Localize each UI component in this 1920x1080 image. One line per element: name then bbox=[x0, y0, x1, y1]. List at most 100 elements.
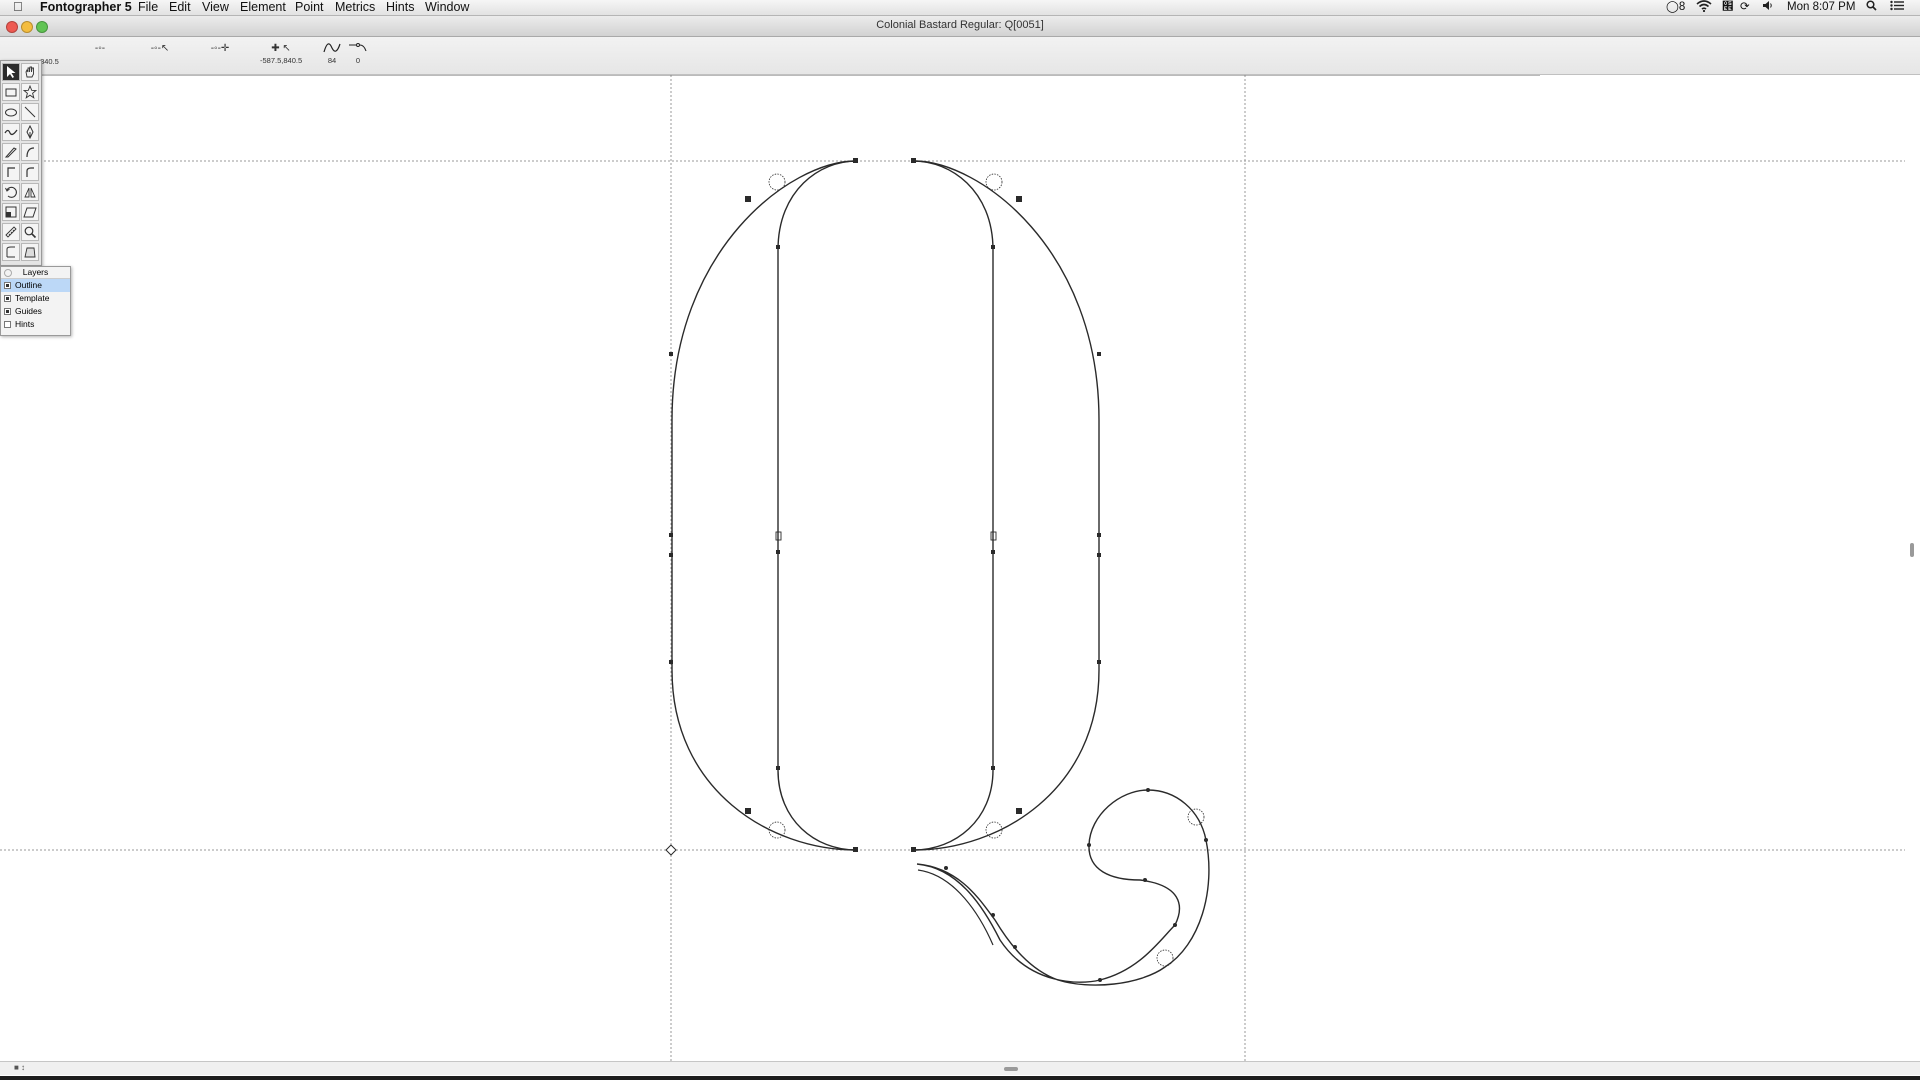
toolbar-point-button[interactable]: -◦- bbox=[80, 42, 120, 72]
menu-file[interactable]: File bbox=[138, 0, 158, 15]
q-inner-counter-left bbox=[777, 160, 857, 851]
measure-tool[interactable] bbox=[2, 223, 20, 241]
layer-visibility-icon[interactable] bbox=[4, 282, 11, 289]
origin-point bbox=[665, 844, 677, 856]
bluetooth-icon[interactable]: ׮ bbox=[1722, 0, 1734, 15]
layers-close-icon[interactable] bbox=[4, 269, 12, 277]
wifi-icon[interactable] bbox=[1696, 0, 1712, 17]
skew-tool[interactable] bbox=[21, 203, 39, 221]
vertical-scroll-thumb[interactable] bbox=[1910, 543, 1914, 557]
spotlight-search-icon[interactable] bbox=[1866, 0, 1877, 16]
toolbar-point-cursor-button[interactable]: -◦-↖ bbox=[140, 42, 180, 72]
status-battery-count: 8 bbox=[1678, 1, 1686, 13]
q-outer-contour-right bbox=[913, 160, 1100, 851]
pen-tool[interactable] bbox=[21, 123, 39, 141]
perspective-icon bbox=[24, 247, 36, 258]
menu-hints[interactable]: Hints bbox=[386, 0, 414, 15]
pointer-tool[interactable] bbox=[2, 63, 20, 81]
toolbar-smooth-button[interactable]: 0 bbox=[338, 42, 378, 72]
menu-bar:  Fontographer 5 File Edit View Element … bbox=[0, 0, 1920, 16]
menu-element[interactable]: Element bbox=[240, 0, 286, 15]
time-machine-icon[interactable]: ⟳ bbox=[1740, 0, 1750, 15]
glyph-canvas[interactable] bbox=[0, 75, 1920, 1076]
hint-icon bbox=[6, 246, 15, 258]
point-icon: -◦- bbox=[94, 43, 106, 54]
apple-menu-icon[interactable]:  bbox=[13, 0, 23, 14]
ellipse-tool[interactable] bbox=[2, 103, 20, 121]
coordinates-icon: ✚ ↖ bbox=[271, 43, 291, 54]
layer-guides[interactable]: Guides bbox=[1, 305, 70, 318]
layer-hints[interactable]: Hints bbox=[1, 318, 70, 331]
layers-palette: Layers Outline Template Guides Hints bbox=[0, 266, 71, 336]
layer-visibility-icon[interactable] bbox=[4, 308, 11, 315]
menubar-clock[interactable]: Mon 8:07 PM bbox=[1787, 0, 1855, 15]
curve-point-icon bbox=[26, 147, 35, 158]
hand-tool[interactable] bbox=[21, 63, 39, 81]
flip-icon bbox=[24, 187, 36, 198]
rectangle-tool[interactable] bbox=[2, 83, 20, 101]
tangent-point-icon bbox=[26, 167, 34, 177]
toolbar-coordinates[interactable]: ✚ ↖ -587.5,840.5 bbox=[260, 42, 302, 72]
rectangle-icon bbox=[5, 88, 17, 97]
menu-point[interactable]: Point bbox=[295, 0, 324, 15]
scale-tool[interactable] bbox=[2, 203, 20, 221]
rotate-icon bbox=[5, 186, 17, 198]
layer-outline[interactable]: Outline bbox=[1, 279, 70, 292]
corner-point-icon bbox=[7, 167, 15, 177]
freehand-icon bbox=[4, 129, 18, 136]
layers-palette-header[interactable]: Layers bbox=[1, 267, 70, 279]
window-bottom-bar: ■ ↕ bbox=[0, 1061, 1920, 1075]
coordinates-value: -587.5,840.5 bbox=[260, 56, 303, 65]
skew-icon bbox=[23, 207, 37, 218]
window-title: Colonial Bastard Regular: Q[0051] bbox=[876, 19, 1044, 31]
layer-visibility-icon[interactable] bbox=[4, 295, 11, 302]
volume-icon[interactable] bbox=[1762, 0, 1774, 16]
menu-window[interactable]: Window bbox=[425, 0, 469, 15]
q-tail-contour bbox=[916, 789, 1210, 986]
line-icon bbox=[24, 106, 36, 118]
ellipse-icon bbox=[5, 108, 17, 117]
knife-icon bbox=[4, 147, 17, 158]
rotate-tool[interactable] bbox=[2, 183, 20, 201]
menu-view[interactable]: View bbox=[202, 0, 229, 15]
scale-icon bbox=[5, 206, 17, 218]
smooth-value: 0 bbox=[355, 56, 361, 65]
flip-tool[interactable] bbox=[21, 183, 39, 201]
hand-icon bbox=[25, 66, 34, 78]
star-tool[interactable] bbox=[21, 83, 39, 101]
perspective-tool[interactable] bbox=[21, 243, 39, 261]
hint-markers bbox=[775, 531, 997, 541]
lock-icon[interactable]: ■ ↕ bbox=[14, 1063, 25, 1072]
window-title-bar[interactable]: Colonial Bastard Regular: Q[0051] bbox=[0, 16, 1920, 37]
layer-template[interactable]: Template bbox=[1, 292, 70, 305]
pointer-arrow-icon bbox=[7, 66, 16, 78]
glyph-window: Colonial Bastard Regular: Q[0051] .840.5… bbox=[0, 16, 1920, 1076]
app-menu[interactable]: Fontographer 5 bbox=[40, 0, 132, 15]
ruler-icon bbox=[5, 226, 17, 238]
q-inner-counter-right bbox=[913, 160, 994, 851]
line-tool[interactable] bbox=[21, 103, 39, 121]
notification-center-icon[interactable] bbox=[1890, 0, 1904, 16]
q-outer-contour bbox=[671, 160, 857, 851]
menu-metrics[interactable]: Metrics bbox=[335, 0, 375, 15]
horizontal-scroll-thumb[interactable] bbox=[1004, 1067, 1018, 1071]
smooth-icon bbox=[338, 42, 378, 56]
point-add-icon: -◦-✛ bbox=[210, 43, 230, 54]
curve-point-tool[interactable] bbox=[21, 143, 39, 161]
point-info-toolbar: .840.5 -◦- -◦-↖ -◦-✛ ✚ ↖ -587.5,840.5 84 bbox=[0, 37, 1920, 75]
menu-edit[interactable]: Edit bbox=[169, 0, 191, 15]
point-cursor-icon: -◦-↖ bbox=[150, 43, 170, 54]
layer-visibility-icon[interactable] bbox=[4, 321, 11, 328]
hint-tool[interactable] bbox=[2, 243, 20, 261]
glyph-outline-svg[interactable] bbox=[0, 75, 1920, 1076]
corner-point-tool[interactable] bbox=[2, 163, 20, 181]
adobe-status-icon[interactable]: ◯8 bbox=[1666, 0, 1685, 15]
freehand-tool[interactable] bbox=[2, 123, 20, 141]
tangent-point-tool[interactable] bbox=[21, 163, 39, 181]
knife-tool[interactable] bbox=[2, 143, 20, 161]
layers-title: Layers bbox=[22, 267, 49, 277]
tools-palette bbox=[0, 60, 42, 266]
toolbar-point-add-button[interactable]: -◦-✛ bbox=[200, 42, 240, 72]
pen-nib-icon bbox=[26, 125, 34, 139]
zoom-tool[interactable] bbox=[21, 223, 39, 241]
